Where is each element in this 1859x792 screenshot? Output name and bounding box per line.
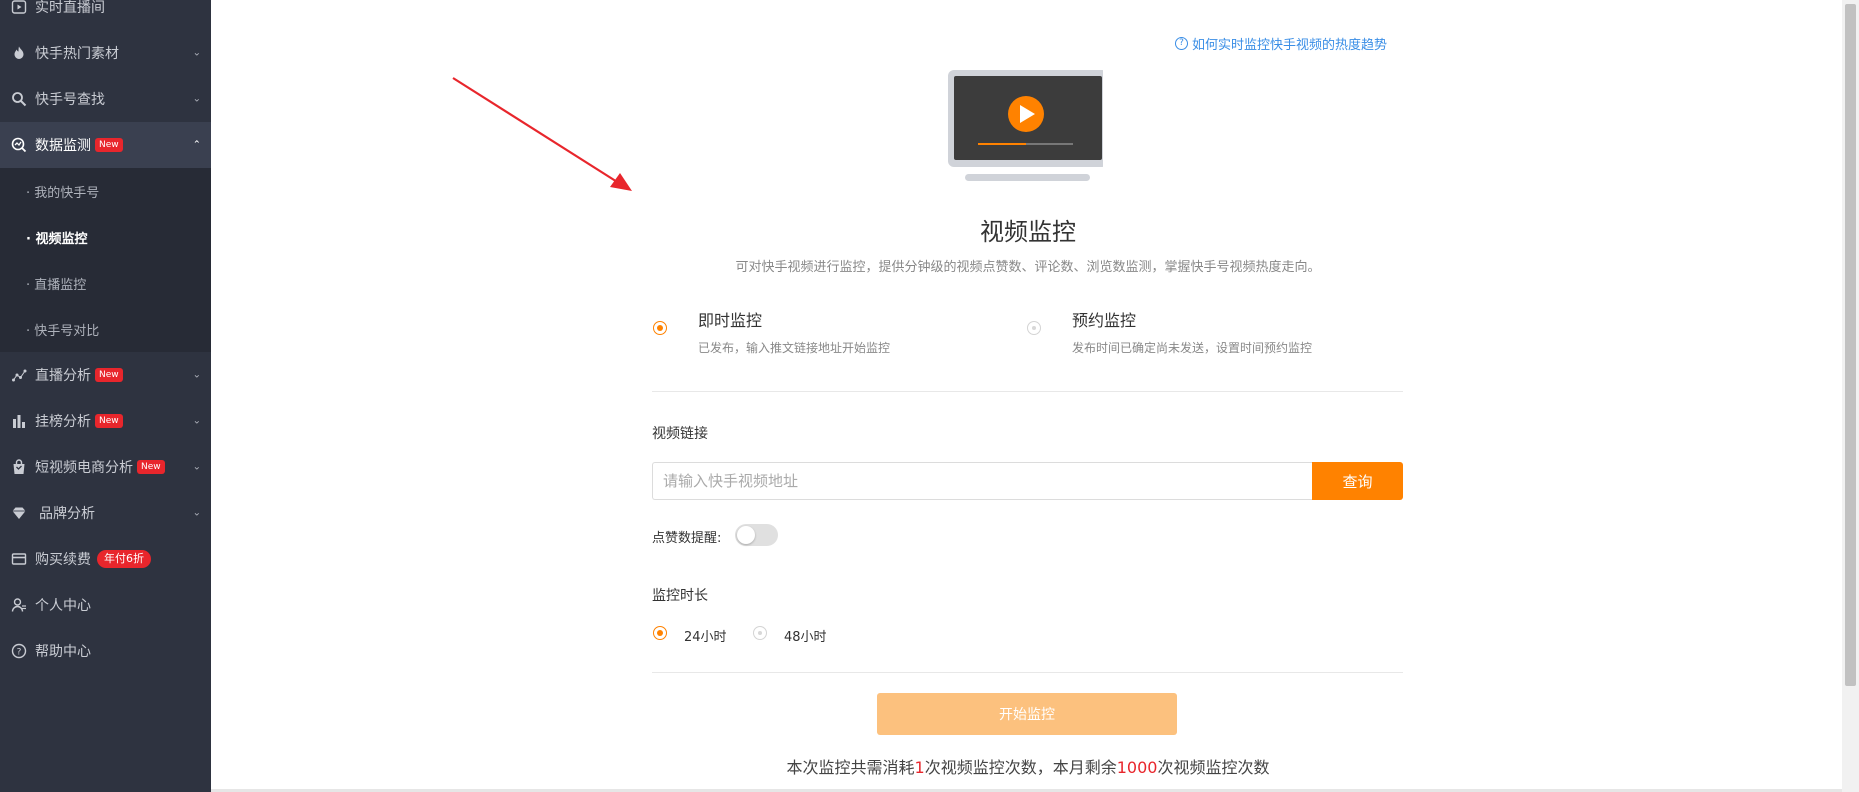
chevron-down-icon: ⌄ (192, 461, 201, 473)
start-monitor-button[interactable]: 开始监控 (877, 693, 1177, 735)
sidebar-subnav: · 我的快手号 · 视频监控 · 直播监控 · 快手号对比 (0, 168, 211, 352)
video-url-input[interactable] (652, 462, 1312, 500)
cost-suffix: 次视频监控次数 (1157, 758, 1270, 777)
annotation-arrow (452, 77, 632, 191)
option-title-scheduled: 预约监控 (1072, 311, 1137, 330)
sidebar-item-help[interactable]: ? 帮助中心 (0, 628, 211, 674)
diamond-icon (10, 504, 28, 522)
option-title-instant: 即时监控 (698, 311, 763, 330)
sidebar-item-purchase[interactable]: 购买续费 年付6折 (0, 536, 211, 582)
chevron-down-icon: ⌄ (192, 415, 201, 427)
radio-scheduled-monitor[interactable] (1027, 321, 1041, 335)
bar-chart-icon (10, 412, 28, 430)
new-badge: New (137, 460, 165, 474)
divider (652, 672, 1403, 673)
sidebar-item-label: 帮助中心 (35, 644, 91, 660)
radio-instant-monitor[interactable] (653, 321, 667, 335)
search-icon (10, 90, 28, 108)
radio-duration-24h[interactable] (653, 626, 667, 640)
sidebar-item-brand-analysis[interactable]: 品牌分析 ⌄ (0, 490, 211, 536)
sidebar-item-hot-material[interactable]: 快手热门素材 ⌄ (0, 30, 211, 76)
likes-alert-toggle[interactable] (735, 524, 778, 546)
sidebar-item-label: 购买续费 (35, 552, 91, 568)
shopping-bag-icon (10, 458, 28, 476)
query-button[interactable]: 查询 (1312, 462, 1403, 500)
duration-24h-label: 24小时 (684, 630, 727, 645)
sidebar: 实时直播间 快手热门素材 ⌄ 快手号查找 ⌄ 数据监测 New ⌃ · 我的快手… (0, 0, 211, 792)
remaining-count: 1000 (1116, 758, 1158, 777)
sidebar-item-label: 挂榜分析 (35, 414, 91, 430)
chevron-down-icon: ⌄ (192, 507, 201, 519)
help-link-text: 如何实时监控快手视频的热度趋势 (1192, 38, 1388, 53)
scrollbar-thumb[interactable] (1845, 4, 1856, 686)
new-badge: New (95, 414, 123, 428)
page-description: 可对快手视频进行监控，提供分钟级的视频点赞数、评论数、浏览数监测，掌握快手号视频… (735, 260, 1321, 275)
option-desc-scheduled: 发布时间已确定尚未发送，设置时间预约监控 (1072, 341, 1313, 355)
sidebar-item-live-room[interactable]: 实时直播间 (0, 0, 211, 30)
chevron-down-icon: ⌄ (192, 369, 201, 381)
sidebar-item-label: 实时直播间 (35, 0, 105, 16)
page-title: 视频监控 (980, 218, 1076, 246)
radio-duration-48h[interactable] (753, 626, 767, 640)
trend-icon (10, 366, 28, 384)
subnav-item-my-accounts[interactable]: · 我的快手号 (26, 168, 99, 214)
chevron-down-icon: ⌄ (192, 47, 201, 59)
question-icon: ? (1175, 37, 1188, 50)
flame-icon (10, 44, 28, 62)
chevron-up-icon: ⌃ (192, 139, 201, 151)
play-square-icon (10, 0, 28, 16)
question-icon: ? (10, 642, 28, 660)
help-link[interactable]: ? 如何实时监控快手视频的热度趋势 (1175, 34, 1387, 53)
sidebar-item-label: 快手热门素材 (35, 46, 119, 62)
cost-summary: 本次监控共需消耗1次视频监控次数，本月剩余1000次视频监控次数 (652, 754, 1404, 778)
sidebar-item-label: 快手号查找 (35, 92, 105, 108)
likes-alert-label: 点赞数提醒: (652, 531, 722, 546)
subnav-item-video-monitor[interactable]: · 视频监控 (26, 214, 87, 260)
video-link-label: 视频链接 (652, 426, 708, 442)
sidebar-item-data-monitor[interactable]: 数据监测 New ⌃ (0, 122, 211, 168)
sidebar-item-profile[interactable]: 个人中心 (0, 582, 211, 628)
subnav-item-account-compare[interactable]: · 快手号对比 (26, 306, 99, 352)
cost-middle: 次视频监控次数，本月剩余 (924, 758, 1117, 777)
new-badge: New (95, 138, 123, 152)
sidebar-item-ranking-analysis[interactable]: 挂榜分析 New ⌄ (0, 398, 211, 444)
video-monitor-illustration (948, 70, 1103, 181)
user-icon (10, 596, 28, 614)
toggle-knob (737, 526, 755, 544)
divider (652, 391, 1403, 392)
discount-badge: 年付6折 (97, 550, 151, 568)
new-badge: New (95, 368, 123, 382)
cost-prefix: 本次监控共需消耗 (786, 758, 915, 777)
sidebar-item-label: 个人中心 (35, 598, 91, 614)
sidebar-item-label: 数据监测 (35, 138, 91, 154)
sidebar-item-label: 品牌分析 (39, 506, 95, 522)
chevron-down-icon: ⌄ (192, 93, 201, 105)
card-icon (10, 550, 28, 568)
duration-label: 监控时长 (652, 588, 708, 604)
sidebar-item-account-search[interactable]: 快手号查找 ⌄ (0, 76, 211, 122)
sidebar-item-live-analysis[interactable]: 直播分析 New ⌄ (0, 352, 211, 398)
sidebar-item-label: 短视频电商分析 (35, 460, 133, 476)
sidebar-item-label: 直播分析 (35, 368, 91, 384)
option-desc-instant: 已发布，输入推文链接地址开始监控 (698, 341, 891, 355)
vertical-scrollbar[interactable] (1842, 0, 1859, 792)
monitor-chart-icon (10, 136, 28, 154)
subnav-item-live-monitor[interactable]: · 直播监控 (26, 260, 86, 306)
sidebar-item-ecommerce-analysis[interactable]: 短视频电商分析 New ⌄ (0, 444, 211, 490)
svg-text:?: ? (17, 648, 22, 658)
duration-48h-label: 48小时 (784, 630, 827, 645)
cost-count: 1 (914, 758, 925, 777)
